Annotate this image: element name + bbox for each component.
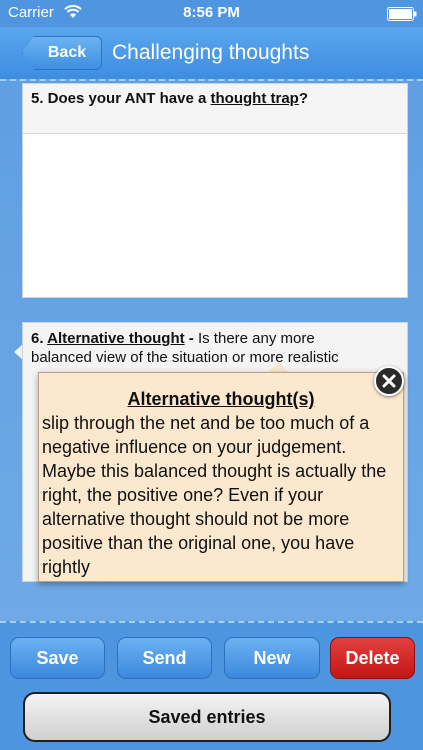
battery-icon bbox=[387, 7, 417, 21]
send-button[interactable]: Send bbox=[117, 637, 212, 679]
popover-body[interactable]: slip through the net and be too much of … bbox=[42, 411, 397, 579]
popover-title: Alternative thought(s) bbox=[127, 389, 315, 409]
page-title: Challenging thoughts bbox=[112, 41, 310, 64]
close-icon bbox=[382, 374, 396, 388]
navigation-bar: Back Challenging thoughts bbox=[0, 27, 423, 81]
thought-trap-link[interactable]: thought trap bbox=[211, 90, 299, 107]
bottom-toolbar: Save Send New Delete Saved entries bbox=[0, 621, 423, 750]
question-6-dash: - bbox=[184, 330, 198, 347]
question-5-answer-field[interactable] bbox=[23, 134, 407, 297]
question-6-text-line2: balanced view of the situation or more r… bbox=[31, 349, 339, 366]
question-6-number: 6. bbox=[31, 330, 48, 347]
question-5-header: 5. Does your ANT have a thought trap? bbox=[23, 84, 407, 134]
new-button[interactable]: New bbox=[224, 637, 320, 679]
question-6-text-line1: Is there any more bbox=[197, 330, 315, 347]
info-popover: Alternative thought(s) slip through the … bbox=[38, 372, 404, 582]
delete-button[interactable]: Delete bbox=[330, 637, 415, 679]
alternative-thought-link[interactable]: Alternative thought bbox=[47, 330, 185, 347]
question-5-text: 5. Does your ANT have a bbox=[31, 90, 211, 107]
status-bar: Carrier 8:56 PM bbox=[0, 0, 423, 27]
question-5-card: 5. Does your ANT have a thought trap? bbox=[22, 83, 408, 298]
popover-arrow bbox=[268, 362, 288, 372]
save-button[interactable]: Save bbox=[10, 637, 105, 679]
saved-entries-button[interactable]: Saved entries bbox=[23, 692, 391, 742]
question-5-suffix: ? bbox=[298, 90, 308, 107]
back-button[interactable]: Back bbox=[22, 36, 102, 70]
close-popover-button[interactable] bbox=[374, 366, 404, 396]
status-time: 8:56 PM bbox=[183, 4, 240, 21]
question-6-header: 6. Alternative thought - Is there any mo… bbox=[23, 323, 407, 373]
